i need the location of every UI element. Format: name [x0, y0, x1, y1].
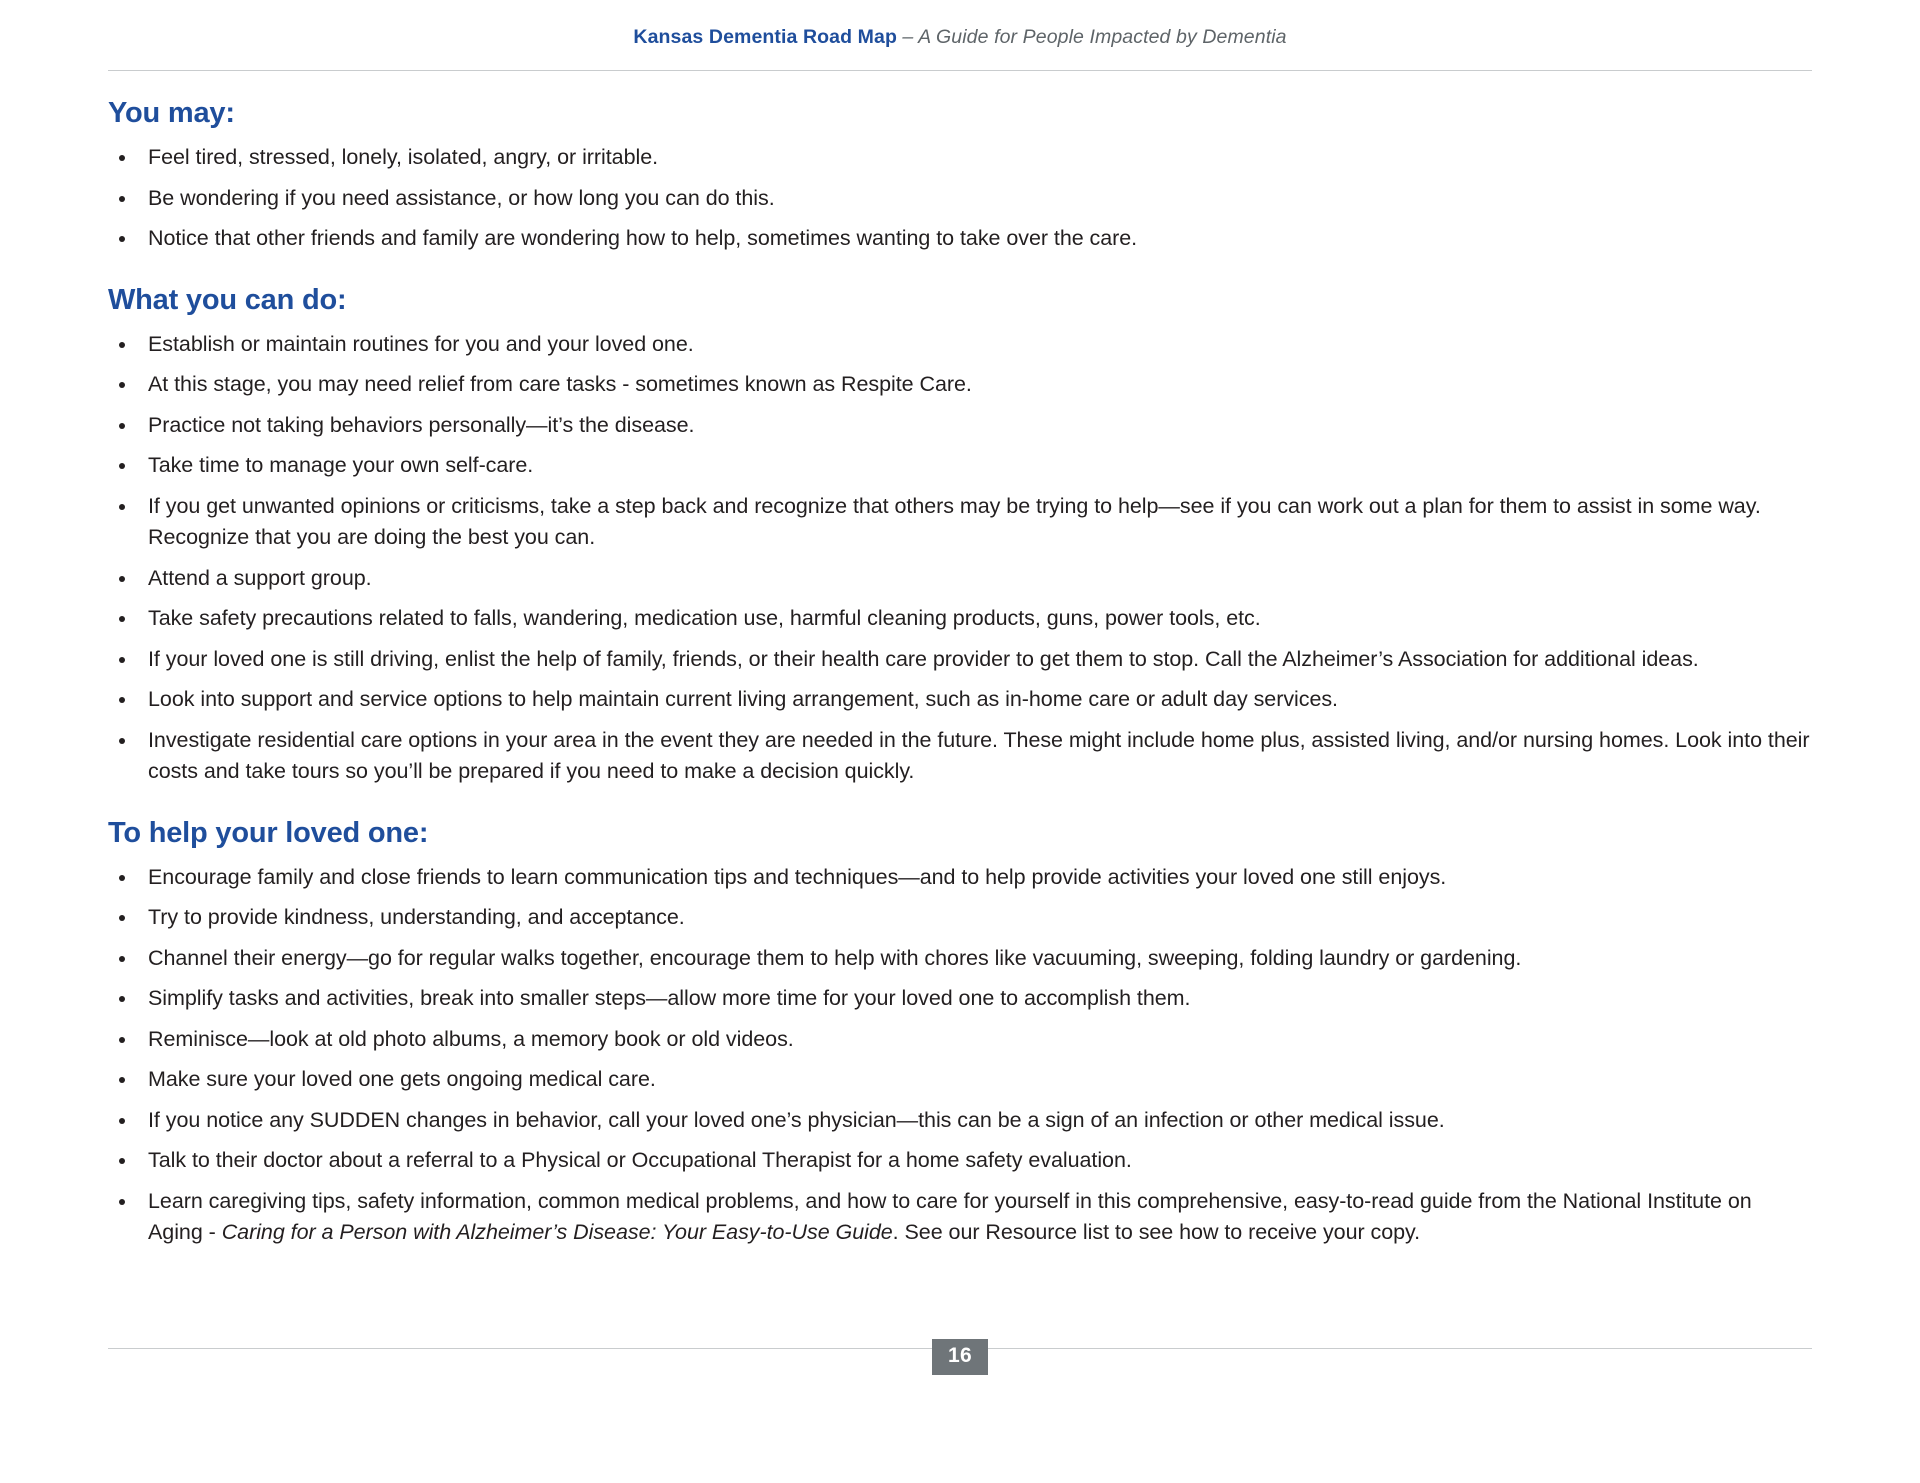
document-page: Kansas Dementia Road Map – A Guide for P…: [0, 0, 1920, 1483]
bullet-list-you-may: Feel tired, stressed, lonely, isolated, …: [108, 142, 1812, 255]
list-item-text: Look into support and service options to…: [148, 687, 1338, 711]
resource-tail-text: . See our Resource list to see how to re…: [892, 1220, 1421, 1244]
list-item-text: Make sure your loved one gets ongoing me…: [148, 1067, 656, 1091]
bullet-dot-icon: [119, 382, 125, 388]
list-item: Encourage family and close friends to le…: [108, 862, 1812, 894]
list-item: Investigate residential care options in …: [108, 725, 1812, 788]
list-item-text: Channel their energy—go for regular walk…: [148, 945, 1522, 970]
bullet-dot-icon: [119, 195, 125, 202]
page-number-badge: 16: [932, 1339, 988, 1375]
list-item: Notice that other friends and family are…: [108, 223, 1812, 255]
list-item: If you get unwanted opinions or criticis…: [108, 491, 1812, 554]
list-item: Establish or maintain routines for you a…: [108, 329, 1812, 361]
bullet-dot-icon: [119, 616, 125, 622]
bullet-dot-icon: [119, 955, 125, 962]
bullet-dot-icon: [119, 155, 125, 161]
section-what-you-can-do: What you can do: Establish or maintain r…: [108, 283, 1812, 788]
list-item: Attend a support group.: [108, 563, 1812, 595]
list-item-text: If your loved one is still driving, enli…: [148, 646, 1699, 671]
bullet-dot-icon: [119, 1036, 125, 1043]
page-content: You may: Feel tired, stressed, lonely, i…: [108, 96, 1812, 1277]
list-item-text: Feel tired, stressed, lonely, isolated, …: [148, 145, 659, 169]
list-item-text: Take time to manage your own self-care.: [148, 453, 534, 477]
bullet-dot-icon: [119, 236, 125, 242]
list-item-text: Be wondering if you need assistance, or …: [148, 185, 775, 210]
list-item: Take safety precautions related to falls…: [108, 603, 1812, 635]
list-item: Practice not taking behaviors personally…: [108, 410, 1812, 442]
section-heading-to-help-your-loved-one: To help your loved one:: [108, 816, 429, 849]
bullet-dot-icon: [119, 503, 125, 510]
bullet-dot-icon: [119, 697, 125, 703]
list-item-text-composite: Learn caregiving tips, safety informatio…: [148, 1186, 1802, 1249]
list-item-text: If you get unwanted opinions or criticis…: [148, 493, 1761, 550]
bullet-dot-icon: [119, 915, 125, 921]
running-head: Kansas Dementia Road Map – A Guide for P…: [0, 24, 1920, 50]
section-heading-what-you-can-do: What you can do:: [108, 283, 347, 316]
list-item-text: If you notice any SUDDEN changes in beha…: [148, 1107, 1445, 1132]
bullet-dot-icon: [119, 1198, 125, 1205]
list-item-text: Take safety precautions related to falls…: [148, 606, 1261, 630]
list-item: Talk to their doctor about a referral to…: [108, 1145, 1812, 1177]
list-item: Reminisce—look at old photo albums, a me…: [108, 1024, 1812, 1056]
list-item-text: Try to provide kindness, understanding, …: [148, 905, 685, 929]
list-item: Feel tired, stressed, lonely, isolated, …: [108, 142, 1812, 174]
list-item-text: Reminisce—look at old photo albums, a me…: [148, 1026, 794, 1051]
list-item-text: At this stage, you may need relief from …: [148, 372, 972, 396]
bullet-dot-icon: [119, 996, 125, 1002]
bullet-dot-icon: [119, 1158, 125, 1164]
bullet-dot-icon: [119, 656, 125, 663]
list-item-text: Talk to their doctor about a referral to…: [148, 1148, 1132, 1172]
list-item-text: Investigate residential care options in …: [148, 727, 1810, 784]
list-item: Take time to manage your own self-care.: [108, 450, 1812, 482]
list-item: Look into support and service options to…: [108, 684, 1812, 716]
bullet-list-what-you-can-do: Establish or maintain routines for you a…: [108, 329, 1812, 788]
list-item: At this stage, you may need relief from …: [108, 369, 1812, 401]
bullet-dot-icon: [119, 1077, 125, 1083]
running-head-subtitle: – A Guide for People Impacted by Dementi…: [902, 26, 1287, 48]
list-item: Try to provide kindness, understanding, …: [108, 902, 1812, 934]
list-item: Make sure your loved one gets ongoing me…: [108, 1064, 1812, 1096]
bullet-dot-icon: [119, 422, 125, 429]
section-heading-you-may: You may:: [108, 97, 235, 129]
list-item-resource-guide: Learn caregiving tips, safety informatio…: [108, 1186, 1812, 1249]
bullet-dot-icon: [119, 463, 125, 469]
list-item-text: Simplify tasks and activities, break int…: [148, 986, 1191, 1010]
bullet-dot-icon: [119, 1117, 125, 1124]
list-item: Be wondering if you need assistance, or …: [108, 183, 1812, 215]
bullet-list-to-help-your-loved-one: Encourage family and close friends to le…: [108, 862, 1812, 1249]
resource-guide-title: Caring for a Person with Alzheimer’s Dis…: [221, 1220, 893, 1244]
list-item: Channel their energy—go for regular walk…: [108, 943, 1812, 975]
list-item-text: Encourage family and close friends to le…: [148, 864, 1447, 889]
list-item: Simplify tasks and activities, break int…: [108, 983, 1812, 1015]
list-item-text: Attend a support group.: [148, 565, 372, 590]
section-to-help-your-loved-one: To help your loved one: Encourage family…: [108, 816, 1812, 1249]
header-divider: [108, 70, 1812, 71]
list-item-text: Practice not taking behaviors personally…: [148, 412, 695, 437]
running-head-title: Kansas Dementia Road Map: [633, 26, 897, 48]
list-item-text: Notice that other friends and family are…: [148, 226, 1138, 250]
section-you-may: You may: Feel tired, stressed, lonely, i…: [108, 96, 1812, 255]
bullet-dot-icon: [119, 874, 125, 881]
list-item: If you notice any SUDDEN changes in beha…: [108, 1105, 1812, 1137]
list-item: If your loved one is still driving, enli…: [108, 644, 1812, 676]
bullet-dot-icon: [119, 341, 125, 348]
bullet-dot-icon: [119, 575, 125, 582]
list-item-text: Establish or maintain routines for you a…: [148, 331, 694, 356]
bullet-dot-icon: [119, 737, 125, 744]
